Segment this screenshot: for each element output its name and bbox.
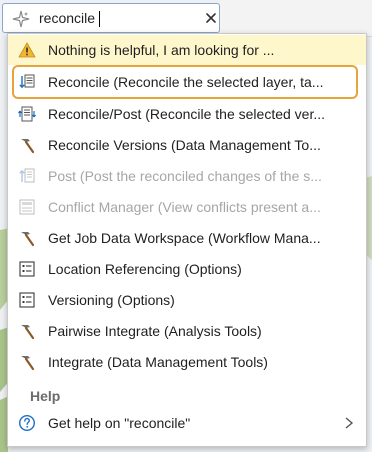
feedback-banner[interactable]: Nothing is helpful, I am looking for ... [8,35,366,65]
result-item-pairwise-integrate[interactable]: Pairwise Integrate (Analysis Tools) [8,316,366,346]
result-label: Pairwise Integrate (Analysis Tools) [48,323,262,339]
result-item-versioning[interactable]: Versioning (Options) [8,285,366,315]
result-label: Post (Post the reconciled changes of the… [48,168,322,184]
post-icon [19,168,35,183]
options-icon [19,292,35,308]
result-label: Reconcile Versions (Data Management To..… [48,137,321,153]
close-icon[interactable] [202,9,220,27]
reconcile-post-icon [18,106,36,122]
search-results-dropdown: Nothing is helpful, I am looking for ...… [7,33,367,447]
warning-icon [18,42,36,58]
result-label: Versioning (Options) [48,292,175,308]
text-caret [99,11,100,27]
ribbon-background [220,0,372,37]
result-label: Integrate (Data Management Tools) [48,354,268,370]
get-help-item[interactable]: Get help on "reconcile" [8,408,366,438]
result-label: Location Referencing (Options) [48,261,242,277]
help-icon [18,414,36,432]
options-icon [19,261,35,277]
chevron-right-icon [345,417,354,429]
result-item-conflict-manager[interactable]: Conflict Manager (View conflicts present… [8,192,366,222]
help-section-label: Help [30,388,61,404]
result-item-reconcile-post[interactable]: Reconcile/Post (Reconcile the selected v… [8,99,366,129]
hammer-tool-icon [21,356,35,371]
sparkle-search-icon [12,10,30,28]
result-item-reconcile-versions[interactable]: Reconcile Versions (Data Management To..… [8,130,366,160]
feedback-banner-label: Nothing is helpful, I am looking for ... [48,42,275,58]
hammer-tool-icon [21,139,35,154]
result-item-post[interactable]: Post (Post the reconciled changes of the… [8,161,366,191]
hammer-tool-icon [21,325,35,340]
hammer-tool-icon [21,232,35,247]
result-label: Get Job Data Workspace (Workflow Mana... [48,230,321,246]
get-help-label: Get help on "reconcile" [48,415,191,431]
result-item-location-referencing[interactable]: Location Referencing (Options) [8,254,366,284]
result-item-integrate[interactable]: Integrate (Data Management Tools) [8,347,366,377]
result-item-reconcile[interactable]: Reconcile (Reconcile the selected layer,… [8,67,366,97]
result-item-get-job-data-workspace[interactable]: Get Job Data Workspace (Workflow Mana... [8,223,366,253]
result-label: Conflict Manager (View conflicts present… [48,199,321,215]
result-label: Reconcile (Reconcile the selected layer,… [48,74,324,90]
search-input[interactable] [39,8,189,28]
command-search-box[interactable] [2,3,220,33]
conflict-manager-icon [19,199,35,215]
reconcile-icon [19,74,35,89]
result-label: Reconcile/Post (Reconcile the selected v… [48,106,326,122]
